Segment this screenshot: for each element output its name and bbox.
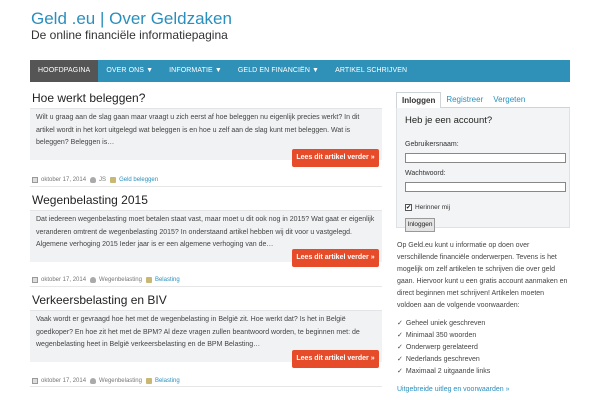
list-item: ✓ Onderwerp gerelateerd	[397, 342, 490, 354]
post-divider	[30, 286, 382, 287]
requirement-text: Geheel uniek geschreven	[405, 320, 486, 327]
list-item: ✓ Geheel uniek geschreven	[397, 318, 490, 330]
check-icon: ✓	[397, 320, 403, 327]
post-divider	[30, 186, 382, 187]
site-tagline: De online financiële informatiepagina	[31, 28, 228, 42]
post-author[interactable]: Wegenbelasting	[99, 277, 142, 283]
calendar-icon	[32, 177, 38, 183]
tab-registreer[interactable]: Registreer	[441, 92, 488, 107]
password-label: Wachtwoord:	[405, 170, 446, 177]
post-title[interactable]: Wegenbelasting 2015	[32, 193, 148, 207]
read-more-button[interactable]: Lees dit artikel verder »	[292, 350, 379, 368]
login-tabs: Inloggen Registreer Vergeten	[396, 92, 570, 109]
username-label: Gebruikersnaam:	[405, 141, 459, 148]
author-icon	[90, 378, 97, 384]
folder-icon	[145, 378, 152, 384]
tab-inloggen[interactable]: Inloggen	[396, 92, 442, 109]
post-date: oktober 17, 2014	[41, 378, 87, 384]
login-button[interactable]: Inloggen	[405, 218, 435, 232]
nav-item-informatie[interactable]: INFORMATIE ▼	[161, 60, 230, 82]
requirements-list: ✓ Geheel uniek geschreven ✓ Minimaal 350 w…	[397, 318, 490, 378]
requirement-text: Nederlands geschreven	[405, 356, 480, 363]
post-date: oktober 17, 2014	[41, 277, 87, 283]
list-item: ✓ Minimaal 350 woorden	[397, 330, 490, 342]
author-icon	[90, 177, 97, 183]
password-field[interactable]	[405, 182, 566, 192]
nav-item-geld-en-financien[interactable]: GELD EN FINANCIËN ▼	[230, 60, 327, 82]
folder-icon	[110, 177, 117, 183]
read-more-button[interactable]: Lees dit artikel verder »	[292, 249, 379, 267]
check-icon: ✓	[397, 344, 403, 351]
remember-me-checkbox[interactable]: ✔	[405, 204, 412, 211]
login-heading: Heb je een account?	[405, 115, 493, 126]
post-category[interactable]: Belasting	[155, 277, 180, 283]
guide-link[interactable]: Uitgebreide uitleg en voorwaarden »	[397, 386, 509, 393]
nav-item-hoofdpagina[interactable]: HOOFDPAGINA	[30, 60, 99, 82]
check-icon: ✓	[397, 332, 403, 339]
check-icon: ✓	[397, 356, 403, 363]
main-navigation: HOOFDPAGINA OVER ONS ▼ INFORMATIE ▼ GELD…	[30, 60, 570, 82]
requirement-text: Minimaal 350 woorden	[405, 332, 477, 339]
site-title[interactable]: Geld .eu | Over Geldzaken	[31, 9, 232, 29]
post-meta: oktober 17, 2014 Wegenbelasting Belastin…	[32, 378, 180, 384]
calendar-icon	[32, 277, 38, 283]
login-panel: Heb je een account? Gebruikersnaam: Wach…	[396, 108, 570, 232]
post-meta: oktober 17, 2014 Wegenbelasting Belastin…	[32, 277, 180, 283]
post-title[interactable]: Hoe werkt beleggen?	[32, 91, 145, 105]
post-title[interactable]: Verkeersbelasting en BIV	[32, 293, 167, 307]
post-author[interactable]: Wegenbelasting	[99, 378, 142, 384]
author-icon	[90, 277, 97, 283]
requirement-text: Maximaal 2 uitgaande links	[405, 368, 491, 375]
list-item: ✓ Maximaal 2 uitgaande links	[397, 366, 490, 378]
post-category[interactable]: Belasting	[155, 378, 180, 384]
remember-me-label: Herinner mij	[415, 204, 451, 211]
post-author[interactable]: JS	[99, 177, 106, 183]
post-date: oktober 17, 2014	[41, 177, 87, 183]
sidebar-info-text: Op Geld.eu kunt u informatie op doen ove…	[397, 242, 568, 309]
post-meta: oktober 17, 2014 JS Geld beleggen	[32, 177, 158, 183]
calendar-icon	[32, 378, 38, 384]
tab-vergeten[interactable]: Vergeten	[488, 92, 530, 107]
post-divider	[30, 386, 382, 387]
post-category[interactable]: Geld beleggen	[119, 177, 158, 183]
nav-item-over-ons[interactable]: OVER ONS ▼	[98, 60, 161, 82]
list-item: ✓ Nederlands geschreven	[397, 354, 490, 366]
folder-icon	[145, 277, 152, 283]
nav-item-artikel-schrijven[interactable]: ARTIKEL SCHRIJVEN	[327, 60, 415, 82]
check-icon: ✓	[397, 368, 403, 375]
requirement-text: Onderwerp gerelateerd	[405, 344, 478, 351]
username-field[interactable]	[405, 153, 566, 163]
read-more-button[interactable]: Lees dit artikel verder »	[292, 149, 379, 167]
